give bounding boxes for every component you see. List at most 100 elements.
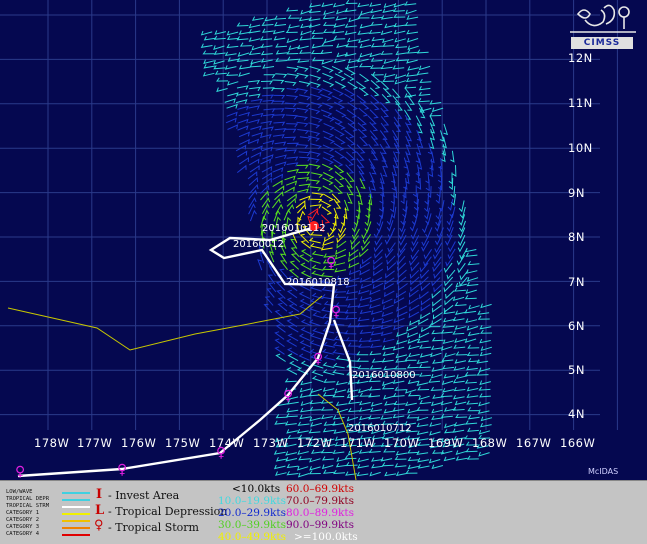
wind-barb: [370, 407, 382, 413]
wind-barb: [237, 125, 249, 131]
wind-barb: [418, 91, 431, 96]
wind-barb: [284, 175, 296, 181]
wind-barb: [249, 86, 261, 92]
wind-barb: [249, 184, 259, 194]
wind-barb: [380, 30, 393, 36]
wind-barb: [419, 344, 432, 349]
wind-barb: [277, 297, 288, 307]
wind-barb: [440, 450, 453, 455]
wind-barb: [320, 93, 332, 101]
wind-barb: [334, 136, 346, 145]
wind-barb: [310, 198, 323, 203]
wind-barb: [467, 407, 480, 412]
wind-barb: [298, 291, 311, 300]
wind-barb: [346, 388, 359, 393]
wind-barb: [478, 430, 491, 435]
wind-barb: [421, 221, 429, 234]
wind-barb: [382, 165, 388, 178]
wind-barb: [262, 126, 274, 131]
speed-legend-item: 90.0–99.9kts: [286, 519, 354, 531]
wind-barb: [348, 255, 359, 263]
wind-barb: [381, 38, 394, 44]
wind-barb: [320, 200, 332, 208]
wind-barb: [334, 293, 347, 298]
wind-barb: [407, 456, 420, 462]
wind-barb: [382, 77, 395, 83]
wind-barb: [369, 130, 379, 140]
wind-barb: [275, 43, 288, 48]
legend-track-type: CATEGORY 2: [6, 517, 40, 523]
wind-barb: [346, 172, 355, 182]
wind-barb: [370, 135, 380, 146]
wind-barb: [310, 449, 323, 454]
wind-barb: [362, 256, 372, 265]
wind-barb: [333, 198, 342, 209]
wind-barb: [440, 329, 453, 334]
wind-barb: [465, 289, 477, 294]
wind-barb: [275, 154, 287, 160]
tropical-depression-label: - Tropical Depression: [108, 505, 228, 518]
wind-barb: [407, 338, 419, 344]
wind-barb: [434, 242, 443, 254]
wind-barb: [274, 15, 287, 20]
wind-barb: [454, 400, 467, 406]
wind-barb: [308, 179, 321, 185]
wind-barb: [392, 7, 405, 12]
wind-barb: [351, 220, 359, 233]
wind-barb: [370, 402, 383, 407]
wind-barb: [345, 315, 358, 320]
wind-barb: [380, 457, 393, 462]
wind-barb: [369, 297, 381, 303]
wind-barb: [275, 161, 287, 167]
wind-barb: [407, 66, 419, 71]
wind-barb: [226, 30, 239, 36]
wind-barb: [465, 318, 478, 324]
wind-barb: [382, 156, 389, 168]
wind-barb: [334, 388, 347, 394]
lon-label-172w: 172W: [297, 436, 333, 450]
tropical-storm-marker: ♀: [326, 255, 336, 271]
wind-barb: [431, 345, 443, 351]
wind-barb: [323, 354, 336, 361]
wind-barb: [334, 171, 345, 181]
wind-barb: [425, 171, 430, 184]
lat-label-5n: 5N: [568, 363, 585, 377]
wind-barb: [370, 343, 382, 349]
wind-barb: [416, 422, 429, 428]
wind-barb: [371, 317, 384, 323]
wind-barb: [300, 240, 311, 249]
wind-barb: [466, 351, 479, 357]
wind-barb: [272, 198, 281, 209]
wind-barb: [356, 351, 369, 356]
lat-label-9n: 9N: [568, 186, 585, 200]
wind-barb: [448, 178, 454, 191]
wind-barb: [346, 64, 358, 69]
wind-barb: [440, 346, 453, 351]
wind-barb: [344, 67, 356, 76]
wind-barb: [464, 371, 477, 376]
wind-barb: [331, 95, 344, 103]
wind-barb: [286, 94, 299, 100]
wind-barb: [464, 309, 477, 314]
wind-barb: [300, 380, 312, 386]
wind-barb: [273, 464, 286, 470]
wind-barb: [298, 353, 310, 361]
wind-barb: [430, 386, 443, 391]
wind-barb: [200, 30, 213, 36]
wind-barb: [450, 150, 455, 163]
wind-barb: [376, 214, 383, 227]
wind-barb: [345, 136, 356, 146]
wind-barb: [332, 29, 345, 34]
wind-barb: [299, 340, 311, 348]
wind-barb: [288, 303, 300, 313]
wind-barb: [406, 326, 418, 332]
wind-barb: [357, 457, 369, 463]
wind-barb: [383, 73, 396, 78]
wind-barb: [381, 298, 393, 305]
wind-barb: [365, 206, 370, 219]
wind-barb: [454, 359, 467, 364]
wind-barb: [468, 304, 480, 310]
wind-barb: [298, 80, 311, 87]
lon-label-167w: 167W: [516, 436, 552, 450]
wind-barb: [332, 362, 345, 369]
